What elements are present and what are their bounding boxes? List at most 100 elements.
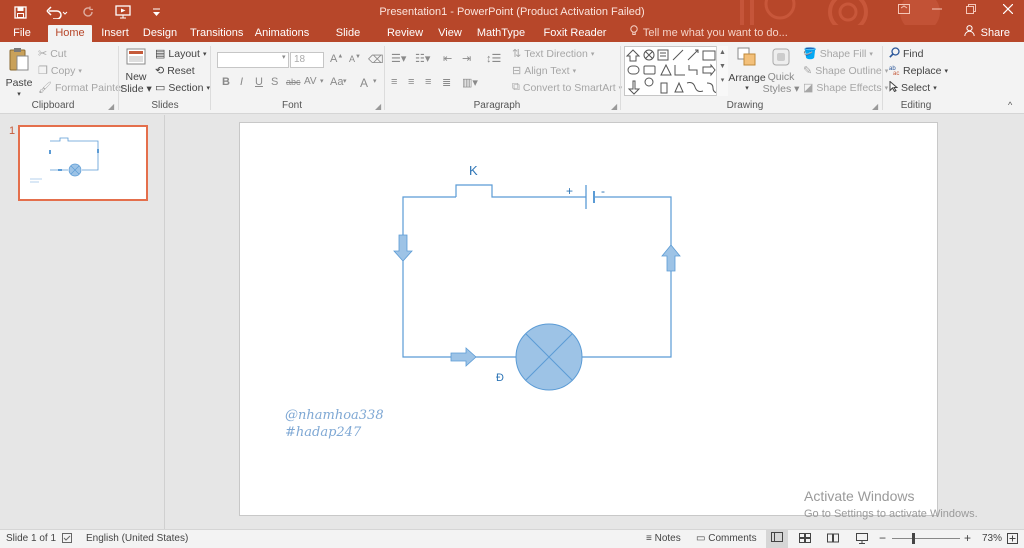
comments-button[interactable]: ▭ Comments <box>696 533 757 544</box>
current-arrow-down[interactable] <box>393 234 413 262</box>
replace-button[interactable]: ab ac Replace ▾ <box>889 64 948 78</box>
zoom-slider[interactable] <box>892 538 960 539</box>
tell-me-box[interactable]: Tell me what you want to do... <box>630 25 788 42</box>
shrink-font-icon[interactable]: A▼ <box>349 54 361 64</box>
line-spacing-icon[interactable]: ↕☰ <box>486 52 501 65</box>
character-spacing-dropdown-icon[interactable]: ▾ <box>320 77 324 85</box>
align-center-icon[interactable]: ≡ <box>408 76 414 88</box>
normal-view-button[interactable] <box>766 530 788 548</box>
minimize-icon[interactable] <box>922 2 952 22</box>
ribbon: Paste ▾ ✂ Cut ❐ Copy ▾ 🖌 Format Painter … <box>0 42 1024 114</box>
tab-foxit-reader-pdf[interactable]: Foxit Reader PDF <box>538 25 612 55</box>
battery-plus-label[interactable]: + <box>566 184 573 198</box>
align-left-icon[interactable]: ≡ <box>391 76 397 88</box>
underline-button[interactable]: U <box>255 76 263 88</box>
tab-transitions[interactable]: Transitions <box>190 25 243 42</box>
select-button[interactable]: Select ▾ <box>889 80 937 95</box>
font-color-dropdown-icon[interactable]: ▾ <box>373 77 377 85</box>
shape-fill-button[interactable]: 🪣 Shape Fill ▾ <box>803 47 873 61</box>
slide-show-button[interactable] <box>856 533 868 547</box>
tab-file[interactable]: File <box>8 25 36 42</box>
cut-button[interactable]: ✂ Cut <box>38 47 67 61</box>
spelling-check-icon[interactable] <box>62 533 74 547</box>
italic-button[interactable]: I <box>240 76 243 88</box>
current-arrow-up[interactable] <box>661 244 681 272</box>
align-text-button[interactable]: ⊟ Align Text ▾ <box>512 64 576 78</box>
bold-button[interactable]: B <box>222 76 230 88</box>
battery-minus-label[interactable]: - <box>601 184 605 198</box>
shape-effects-button[interactable]: ◪ Shape Effects ▾ <box>803 81 888 95</box>
slide-canvas[interactable]: K + - Đ @nhamhoa338 #hadap247 <box>239 122 938 516</box>
replace-dropdown-icon: ▾ <box>944 68 949 75</box>
tab-review[interactable]: Review <box>386 25 424 42</box>
zoom-level[interactable]: 73% <box>982 533 1002 544</box>
align-right-icon[interactable]: ≡ <box>425 76 431 88</box>
clipboard-launcher-icon[interactable]: ◢ <box>108 102 114 111</box>
arrange-button[interactable]: Arrange ▾ <box>728 46 766 100</box>
ribbon-display-icon[interactable] <box>889 2 919 22</box>
paragraph-launcher-icon[interactable]: ◢ <box>611 102 617 111</box>
current-arrow-right[interactable] <box>450 347 477 367</box>
shapes-gallery-scroll[interactable]: ▲ ▼ ▾ <box>716 46 728 96</box>
drawing-launcher-icon[interactable]: ◢ <box>872 102 878 111</box>
watermark-line-1[interactable]: @nhamhoa338 <box>285 408 384 423</box>
share-button[interactable]: Share <box>963 25 1010 42</box>
clear-formatting-icon[interactable]: ⌫ <box>368 53 384 66</box>
share-label: Share <box>980 27 1010 39</box>
tab-animations[interactable]: Animations <box>254 25 310 42</box>
text-shadow-button[interactable]: S <box>271 76 278 88</box>
format-painter-button[interactable]: 🖌 Format Painter <box>38 81 124 95</box>
switch-label[interactable]: K <box>469 163 478 178</box>
shapes-gallery[interactable] <box>624 46 728 96</box>
tab-insert[interactable]: Insert <box>98 25 132 42</box>
character-spacing-button[interactable]: AV <box>304 76 317 87</box>
notes-button[interactable]: ≡ Notes <box>646 533 681 544</box>
font-size-field[interactable]: 18 <box>290 52 324 68</box>
tab-slide-show[interactable]: Slide Show <box>322 25 374 55</box>
font-color-button[interactable]: A <box>360 76 368 90</box>
shape-outline-button[interactable]: ✎ Shape Outline ▾ <box>803 64 888 78</box>
strikethrough-button[interactable]: abc <box>286 77 301 87</box>
tab-home[interactable]: Home <box>48 25 92 42</box>
font-launcher-icon[interactable]: ◢ <box>375 102 381 111</box>
circuit-wire-left[interactable] <box>402 196 516 358</box>
font-name-field[interactable] <box>217 52 289 68</box>
zoom-out-button[interactable]: − <box>879 531 886 545</box>
collapse-ribbon-icon[interactable]: ^ <box>1008 100 1012 110</box>
copy-button[interactable]: ❐ Copy ▾ <box>38 64 82 78</box>
slide-sorter-button[interactable] <box>799 533 811 546</box>
reset-button[interactable]: ⟲ Reset <box>155 64 195 78</box>
change-case-dropdown-icon[interactable]: ▾ <box>343 77 347 85</box>
reading-view-button[interactable] <box>827 533 839 546</box>
close-icon[interactable] <box>993 2 1023 22</box>
lamp-label[interactable]: Đ <box>496 372 504 384</box>
new-slide-button[interactable]: New Slide ▾ <box>120 46 152 100</box>
tab-design[interactable]: Design <box>142 25 178 42</box>
numbering-icon[interactable]: ☷▾ <box>415 52 430 65</box>
tab-view[interactable]: View <box>436 25 464 42</box>
layout-button[interactable]: ▤ Layout ▾ <box>155 47 206 61</box>
watermark-line-2[interactable]: #hadap247 <box>285 425 362 440</box>
find-button[interactable]: Find <box>889 47 923 61</box>
columns-icon[interactable]: ▥▾ <box>462 76 478 89</box>
change-case-button[interactable]: Aa <box>330 76 343 88</box>
text-direction-button[interactable]: ⇅ Text Direction ▾ <box>512 47 594 61</box>
fit-to-window-button[interactable] <box>1007 533 1018 547</box>
language-status[interactable]: English (United States) <box>86 533 188 544</box>
section-button[interactable]: ▭ Section ▾ <box>155 81 210 95</box>
justify-icon[interactable]: ≣ <box>442 76 451 89</box>
convert-to-smartart-button[interactable]: ⧉ Convert to SmartArt ▾ <box>512 81 622 94</box>
decrease-indent-icon[interactable]: ⇤ <box>443 52 452 65</box>
zoom-in-button[interactable]: + <box>964 531 971 545</box>
slide-thumbnail-1[interactable] <box>18 125 148 201</box>
restore-icon[interactable] <box>956 2 986 22</box>
paste-button[interactable]: Paste ▾ <box>6 46 32 98</box>
bullets-icon[interactable]: ☰▾ <box>391 52 406 65</box>
zoom-slider-thumb[interactable] <box>912 533 915 544</box>
quick-styles-button[interactable]: Quick Styles ▾ <box>763 46 799 100</box>
font-name-dropdown-icon[interactable]: ▾ <box>282 53 286 61</box>
slide-thumbnail-pane: 1 <box>0 115 165 529</box>
grow-font-icon[interactable]: A▲ <box>330 53 343 65</box>
tab-mathtype[interactable]: MathType <box>476 25 526 42</box>
increase-indent-icon[interactable]: ⇥ <box>462 52 471 65</box>
